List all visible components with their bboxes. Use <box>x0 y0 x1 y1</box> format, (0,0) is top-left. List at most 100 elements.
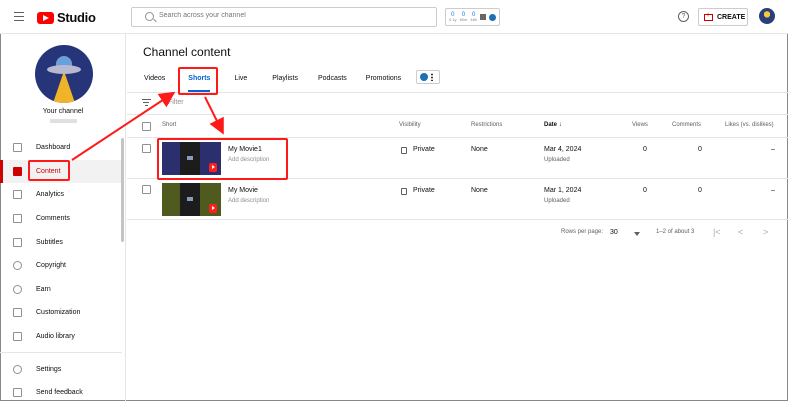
tab-promotions[interactable]: Promotions <box>366 70 401 94</box>
visibility-value[interactable]: Private <box>413 187 435 194</box>
tab-videos[interactable]: Videos <box>144 70 165 94</box>
row-divider <box>127 219 788 220</box>
feedback-icon <box>13 388 22 398</box>
sidebar-item-send-feedback[interactable]: Send feedback <box>0 381 122 401</box>
annotation-row-highlight <box>157 138 288 180</box>
dashboard-icon <box>13 143 22 153</box>
header-views: Views <box>632 122 648 128</box>
account-avatar[interactable] <box>759 8 775 24</box>
header-short: Short <box>162 122 177 128</box>
content-tabs: Videos Shorts Live Playlists Podcasts Pr… <box>127 70 401 94</box>
filter-icon[interactable] <box>142 99 151 108</box>
sidebar-item-label: Analytics <box>36 191 65 199</box>
header-date-label: Date <box>544 122 558 128</box>
sidebar-item-label: Comments <box>36 215 70 223</box>
filter-divider <box>127 114 788 115</box>
create-video-icon <box>704 12 713 21</box>
video-thumbnail[interactable] <box>162 183 221 216</box>
views-value: 0 <box>643 187 647 194</box>
sidebar-item-customization[interactable]: Customization <box>0 301 122 325</box>
page-range: 1–2 of about 3 <box>656 229 695 235</box>
date-value: Mar 4, 2024 <box>544 146 582 153</box>
chevron-down-icon[interactable] <box>634 232 640 236</box>
video-description[interactable]: Add description <box>228 198 269 204</box>
sidebar-scrollbar[interactable] <box>121 138 124 242</box>
filter-input[interactable]: Filter <box>168 99 184 106</box>
header-date[interactable]: Date ↓ <box>544 122 562 128</box>
channel-title: Your channel <box>42 108 84 115</box>
comments-value: 0 <box>698 187 702 194</box>
likes-value: – <box>771 187 775 194</box>
sidebar-item-label: Audio library <box>36 333 75 341</box>
comments-value: 0 <box>698 146 702 153</box>
header-visibility: Visibility <box>399 122 421 128</box>
first-page-icon[interactable]: |< <box>713 227 721 237</box>
customization-icon <box>13 308 22 318</box>
subtitles-icon <box>13 237 22 247</box>
menu-icon[interactable] <box>14 12 24 21</box>
row-checkbox[interactable] <box>142 185 151 194</box>
sidebar-item-settings[interactable]: Settings <box>0 357 122 381</box>
extension-widget[interactable]: 0 0.1y 0 60m 0 48h <box>445 8 500 26</box>
status-value: Uploaded <box>544 198 570 204</box>
analytics-icon <box>13 190 22 200</box>
ext-stat: 0 0.1y <box>449 12 457 22</box>
create-button[interactable]: CREATE <box>698 8 748 26</box>
sidebar-item-earn[interactable]: Earn <box>0 278 122 302</box>
status-value: Uploaded <box>544 157 570 163</box>
video-title[interactable]: My Movie <box>228 187 258 194</box>
settings-icon <box>13 364 22 374</box>
main-content: Channel content Videos Shorts Live Playl… <box>127 34 788 401</box>
pagination: Rows per page: 30 1–2 of about 3 |< < > <box>127 227 788 247</box>
header-comments: Comments <box>672 122 702 128</box>
thumbnail-figure <box>187 197 193 201</box>
sidebar-item-label: Earn <box>36 285 51 293</box>
sidebar-item-audio-library[interactable]: Audio library <box>0 325 122 349</box>
channel-handle-redacted <box>50 119 77 123</box>
more-vert-icon <box>431 73 433 81</box>
ufo-body <box>47 65 81 74</box>
sidebar-item-label: Settings <box>36 365 62 373</box>
comments-icon <box>13 214 22 224</box>
channel-avatar[interactable] <box>35 45 93 103</box>
tab-live[interactable]: Live <box>234 70 247 94</box>
select-all-checkbox[interactable] <box>142 122 151 131</box>
next-page-icon[interactable]: > <box>763 227 768 237</box>
search-box[interactable] <box>131 7 437 27</box>
create-label: CREATE <box>717 13 746 21</box>
shorts-icon <box>209 204 217 213</box>
sidebar-item-copyright[interactable]: Copyright <box>0 254 122 278</box>
sidebar-item-subtitles[interactable]: Subtitles <box>0 230 122 254</box>
restrictions-value: None <box>471 146 488 153</box>
ext-badge-icon <box>420 73 428 81</box>
ext-square-icon[interactable] <box>480 14 487 20</box>
ext-badge-icon[interactable] <box>489 13 497 21</box>
rows-per-page-label: Rows per page: <box>561 229 604 235</box>
rows-per-page-select[interactable]: 30 <box>610 229 618 236</box>
sidebar-item-comments[interactable]: Comments <box>0 207 122 231</box>
search-input[interactable] <box>159 12 359 19</box>
ufo-beam <box>53 71 75 103</box>
ext-stat: 0 60m <box>459 12 468 22</box>
sidebar-item-dashboard[interactable]: Dashboard <box>0 136 122 160</box>
views-value: 0 <box>643 146 647 153</box>
lock-icon <box>401 147 407 154</box>
annotation-shorts-tab-highlight <box>178 67 218 95</box>
sidebar: Your channel Dashboard Content Analytics… <box>0 34 126 401</box>
visibility-value[interactable]: Private <box>413 146 435 153</box>
sidebar-item-label: Send feedback <box>36 389 83 397</box>
help-icon[interactable]: ? <box>678 11 689 22</box>
tab-extension-widget[interactable] <box>416 70 440 84</box>
page-title: Channel content <box>143 45 231 59</box>
table-row[interactable]: My Movie Add description Private None Ma… <box>127 179 788 220</box>
header-likes: Likes (vs. dislikes) <box>725 122 774 128</box>
header-restrictions: Restrictions <box>471 122 503 128</box>
tab-podcasts[interactable]: Podcasts <box>318 70 347 94</box>
sidebar-item-analytics[interactable]: Analytics <box>0 183 122 207</box>
row-checkbox[interactable] <box>142 144 151 153</box>
annotation-content-highlight <box>28 160 70 181</box>
studio-logo[interactable]: Studio <box>37 10 96 25</box>
earn-icon <box>13 284 22 294</box>
tab-playlists[interactable]: Playlists <box>272 70 298 94</box>
prev-page-icon[interactable]: < <box>738 227 743 237</box>
